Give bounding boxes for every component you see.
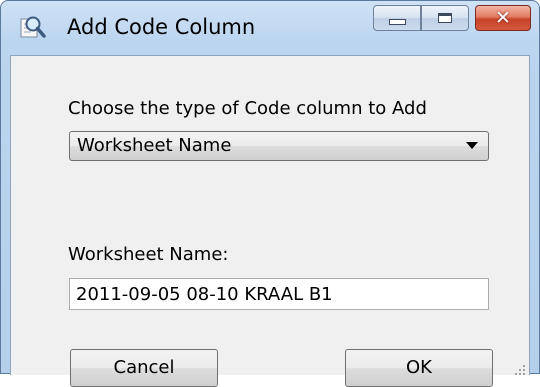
- dialog-body: Choose the type of Code column to Add Wo…: [10, 55, 530, 387]
- title-bar[interactable]: Add Code Column ✕: [1, 1, 539, 55]
- worksheet-name-label: Worksheet Name:: [68, 244, 229, 265]
- minimize-icon: [388, 19, 406, 25]
- resize-grip-icon[interactable]: [514, 360, 526, 375]
- dialog-window: Add Code Column ✕ Choose the type of Cod…: [0, 0, 540, 387]
- code-type-dropdown[interactable]: Worksheet Name: [69, 131, 489, 161]
- magnifier-app-icon: [19, 15, 47, 41]
- cancel-button[interactable]: Cancel: [70, 349, 218, 387]
- ok-button[interactable]: OK: [345, 349, 493, 387]
- worksheet-name-field[interactable]: [69, 278, 489, 310]
- code-type-label: Choose the type of Code column to Add: [68, 98, 427, 119]
- code-type-selected: Worksheet Name: [77, 135, 232, 156]
- close-button[interactable]: ✕: [475, 5, 531, 31]
- window-title: Add Code Column: [67, 15, 256, 39]
- close-icon: ✕: [495, 6, 511, 29]
- worksheet-name-input[interactable]: [70, 279, 488, 309]
- maximize-icon: [438, 13, 452, 23]
- maximize-button[interactable]: [421, 5, 469, 31]
- chevron-down-icon: [466, 142, 478, 149]
- caption-buttons: ✕: [373, 5, 531, 31]
- minimize-button[interactable]: [373, 5, 421, 31]
